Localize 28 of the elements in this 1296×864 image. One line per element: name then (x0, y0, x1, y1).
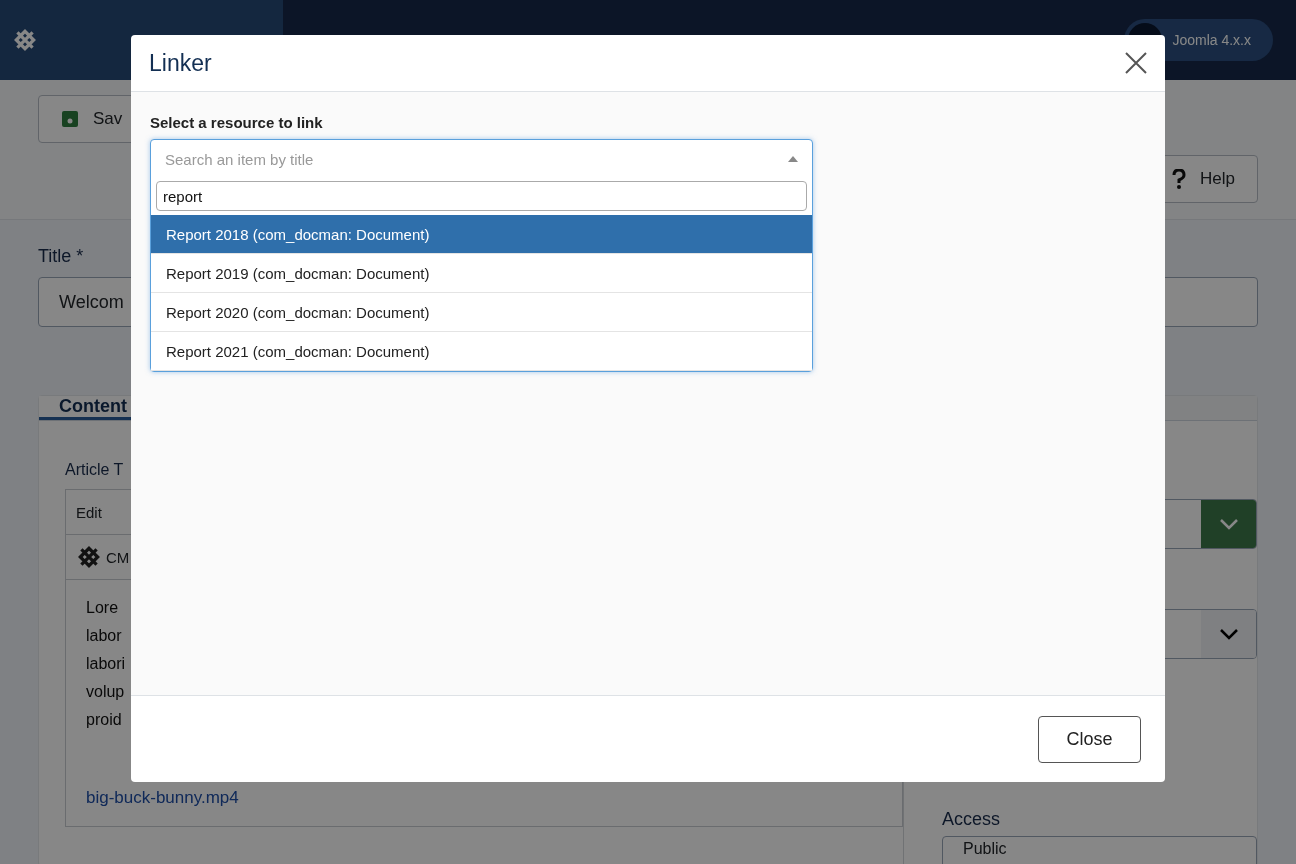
editor-text: proid (86, 710, 123, 730)
chevron-down-icon (1218, 518, 1239, 530)
editor-text: labori (86, 654, 127, 674)
dropdown-option[interactable]: Report 2021 (com_docman: Document) (151, 332, 812, 371)
access-select[interactable]: Public (942, 836, 1257, 864)
save-icon (61, 110, 79, 128)
dialog-title: Linker (149, 49, 212, 77)
close-button[interactable]: Close (1038, 715, 1141, 763)
plugin-icon (76, 544, 102, 570)
help-icon (1172, 169, 1187, 189)
toolbar-item[interactable]: CM (106, 548, 130, 566)
close-icon[interactable] (1123, 50, 1149, 76)
file-link[interactable]: big-buck-bunny.mp4 (86, 784, 239, 812)
editor-text: Lore (86, 598, 120, 618)
search-field[interactable]: report (156, 181, 807, 211)
resource-select[interactable]: Search an item by title (151, 140, 812, 178)
editor-text: volup (86, 682, 126, 702)
dropdown-option[interactable]: Report 2018 (com_docman: Document) (151, 215, 812, 254)
field-label: Access (942, 809, 1002, 830)
field-label: Title * (38, 246, 85, 267)
field-label: Article T (65, 461, 125, 479)
chevron-down-icon (1218, 628, 1239, 640)
dropdown-option[interactable]: Report 2019 (com_docman: Document) (151, 254, 812, 293)
menu-item[interactable]: Edit (76, 503, 102, 521)
caret-up-icon (788, 156, 798, 162)
editor-text: labor (86, 626, 123, 646)
field-label: Select a resource to link (150, 114, 324, 131)
dropdown-option[interactable]: Report 2020 (com_docman: Document) (151, 293, 812, 332)
